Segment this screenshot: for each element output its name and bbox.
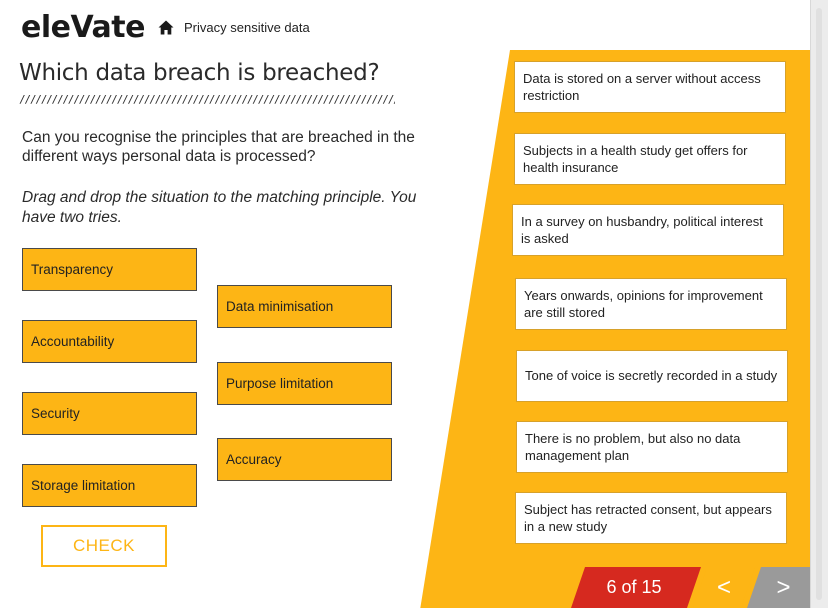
draggable-scenario-4[interactable]: Years onwards, opinions for improvement … <box>515 278 787 330</box>
page-indicator: 6 of 15 <box>571 567 701 608</box>
page-indicator-label: 6 of 15 <box>606 577 662 597</box>
question-intro: Can you recognise the principles that ar… <box>22 129 415 165</box>
scrollbar[interactable] <box>810 0 828 608</box>
drop-target-accuracy[interactable]: Accuracy <box>217 438 392 481</box>
drop-target-accountability[interactable]: Accountability <box>22 320 197 363</box>
check-button[interactable]: CHECK <box>41 525 167 567</box>
breadcrumb: Privacy sensitive data <box>158 20 310 35</box>
draggable-scenario-5[interactable]: Tone of voice is secretly recorded in a … <box>516 350 788 402</box>
scrollbar-thumb[interactable] <box>816 8 822 600</box>
chevron-left-icon: < <box>716 573 731 601</box>
draggable-scenario-3[interactable]: In a survey on husbandry, political inte… <box>512 204 784 256</box>
drop-target-storage-limitation[interactable]: Storage limitation <box>22 464 197 507</box>
breadcrumb-label: Privacy sensitive data <box>184 20 310 35</box>
chevron-right-icon: > <box>776 573 791 601</box>
draggable-scenario-2[interactable]: Subjects in a health study get offers fo… <box>514 133 786 185</box>
title-underline-divider: ////////////////////////////////////////… <box>19 93 395 106</box>
question-instructions: Drag and drop the situation to the match… <box>22 189 417 226</box>
draggable-scenario-1[interactable]: Data is stored on a server without acces… <box>514 61 786 113</box>
drop-target-security[interactable]: Security <box>22 392 197 435</box>
draggable-scenario-6[interactable]: There is no problem, but also no data ma… <box>516 421 788 473</box>
drop-target-transparency[interactable]: Transparency <box>22 248 197 291</box>
elevate-logo: eleVate <box>21 10 146 45</box>
page-title: Which data breach is breached? <box>19 60 380 86</box>
draggable-scenario-7[interactable]: Subject has retracted consent, but appea… <box>515 492 787 544</box>
lesson-page: eleVate Privacy sensitive data Which dat… <box>0 0 810 608</box>
home-icon[interactable] <box>158 20 174 35</box>
drop-target-purpose-limitation[interactable]: Purpose limitation <box>217 362 392 405</box>
drop-target-data-minimisation[interactable]: Data minimisation <box>217 285 392 328</box>
